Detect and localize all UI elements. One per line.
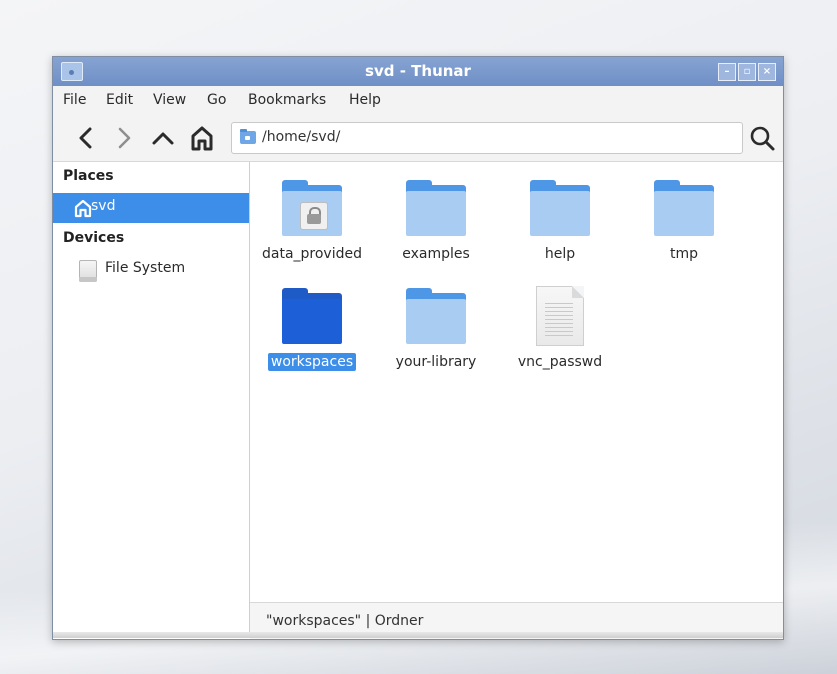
close-button[interactable]: × [758, 63, 776, 81]
forward-button[interactable] [109, 123, 139, 153]
sidebar: Places svd Devices File System [53, 162, 250, 638]
chevron-left-icon [79, 127, 92, 149]
maximize-button[interactable]: ▫ [738, 63, 756, 81]
file-label: tmp [669, 246, 698, 262]
window-title: svd - Thunar [365, 62, 471, 80]
file-label: vnc_passwd [517, 354, 603, 370]
home-button[interactable] [187, 123, 217, 153]
home-icon [74, 199, 92, 218]
folder-item[interactable]: tmp [622, 170, 746, 270]
chevron-right-icon [118, 127, 131, 149]
location-bar[interactable]: /home/svd/ [231, 122, 743, 154]
window-bottom-edge[interactable] [53, 632, 783, 638]
places-heading: Places [63, 168, 114, 184]
sidebar-item-label: svd [91, 198, 116, 214]
file-item[interactable]: vnc_passwd [498, 278, 622, 378]
folder-home-icon [240, 129, 256, 144]
lock-icon [300, 202, 328, 230]
file-label: examples [402, 246, 470, 262]
folder-icon [530, 180, 590, 236]
menu-edit[interactable]: Edit [106, 92, 133, 108]
file-label: your-library [395, 354, 477, 370]
minimize-button[interactable]: – [718, 63, 736, 81]
menu-view[interactable]: View [153, 92, 186, 108]
folder-item[interactable]: data_provided [250, 170, 374, 270]
up-button[interactable] [148, 123, 178, 153]
sidebar-item-label: File System [105, 260, 186, 276]
toolbar: /home/svd/ [53, 114, 783, 162]
menu-help[interactable]: Help [349, 92, 381, 108]
folder-icon [406, 180, 466, 236]
devices-heading: Devices [63, 230, 125, 246]
location-path: /home/svd/ [262, 129, 341, 145]
file-label: help [544, 246, 576, 262]
folder-item[interactable]: help [498, 170, 622, 270]
file-label: workspaces [250, 353, 374, 371]
folder-item-selected[interactable]: workspaces [250, 278, 374, 378]
file-view[interactable]: data_provided examples help tmp workspac… [250, 162, 783, 602]
menu-file[interactable]: File [63, 92, 86, 108]
sidebar-item-svd[interactable]: svd [53, 193, 249, 223]
drive-icon [79, 260, 97, 282]
folder-icon [282, 288, 342, 344]
menu-go[interactable]: Go [207, 92, 226, 108]
sidebar-item-file-system[interactable]: File System [53, 255, 249, 285]
folder-icon [406, 288, 466, 344]
home-icon [191, 126, 213, 151]
search-icon [750, 126, 775, 151]
text-file-icon [536, 286, 584, 346]
folder-item[interactable]: your-library [374, 278, 498, 378]
menu-bookmarks[interactable]: Bookmarks [248, 92, 326, 108]
back-button[interactable] [71, 123, 101, 153]
menubar: File Edit View Go Bookmarks Help [53, 86, 783, 114]
chevron-up-icon [152, 132, 174, 145]
folder-icon [654, 180, 714, 236]
status-text: "workspaces" | Ordner [266, 613, 424, 629]
file-manager-window: svd - Thunar – ▫ × File Edit View Go Boo… [52, 56, 784, 640]
search-button[interactable] [747, 123, 777, 153]
titlebar[interactable]: svd - Thunar – ▫ × [53, 57, 783, 86]
folder-item[interactable]: examples [374, 170, 498, 270]
file-label: data_provided [262, 246, 362, 262]
